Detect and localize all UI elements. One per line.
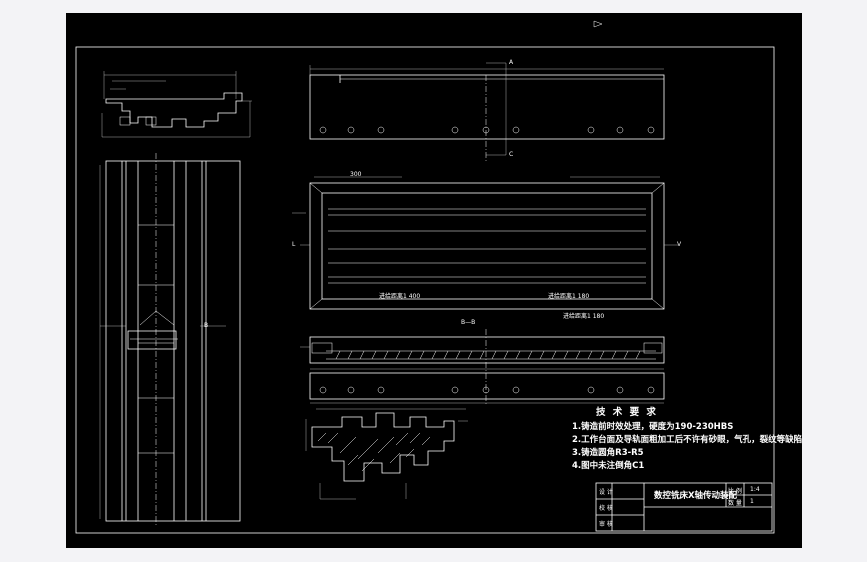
requirement-1: 1.铸造前时效处理，硬度为190-230HBS <box>572 422 734 432</box>
dim-label-2: 进给距离1 180 <box>548 293 590 300</box>
tb-row-1: 设 计 <box>599 489 613 496</box>
tb-right-label-2: 数 量 <box>728 500 742 507</box>
label-v: V <box>677 241 682 248</box>
cad-drawing <box>75 20 775 534</box>
label-a: A <box>509 59 514 66</box>
requirements-title: 技 术 要 求 <box>596 407 658 418</box>
cursor-marker <box>593 20 603 28</box>
front-view <box>309 62 665 163</box>
profile-view <box>101 71 252 138</box>
requirement-4: 4.图中未注倒角C1 <box>572 461 645 471</box>
requirement-3: 3.铸造圆角R3-R5 <box>572 448 644 458</box>
label-b: B <box>204 322 209 329</box>
dim-label-3: 进给距离1 180 <box>563 313 605 320</box>
tb-right-value-2: 1 <box>750 498 754 505</box>
label-l: L <box>292 241 296 248</box>
tb-right-value-1: 1:4 <box>750 486 760 493</box>
tb-row-3: 审 核 <box>599 521 613 528</box>
dim-label-1: 进给距离1 400 <box>379 293 421 300</box>
section-view <box>300 329 665 405</box>
tb-row-2: 校 核 <box>599 505 613 512</box>
requirement-2: 2.工作台面及导轨面粗加工后不许有砂眼，气孔，裂纹等缺陷 <box>572 435 803 445</box>
label-c: C <box>509 151 514 158</box>
side-view-long <box>99 153 241 525</box>
section-label: B—B <box>461 319 476 326</box>
label-top-dim: 300 <box>350 171 362 178</box>
sheet-border <box>75 46 775 534</box>
drawing-canvas: 进给距离1 400 进给距离1 180 进给距离1 180 B—B A C L … <box>66 13 802 548</box>
plan-view <box>292 176 678 310</box>
cross-section-detail <box>305 408 468 500</box>
drawing-title: 数控铣床X轴传动装配 <box>654 491 738 501</box>
tb-right-label-1: 比 例 <box>728 488 742 495</box>
